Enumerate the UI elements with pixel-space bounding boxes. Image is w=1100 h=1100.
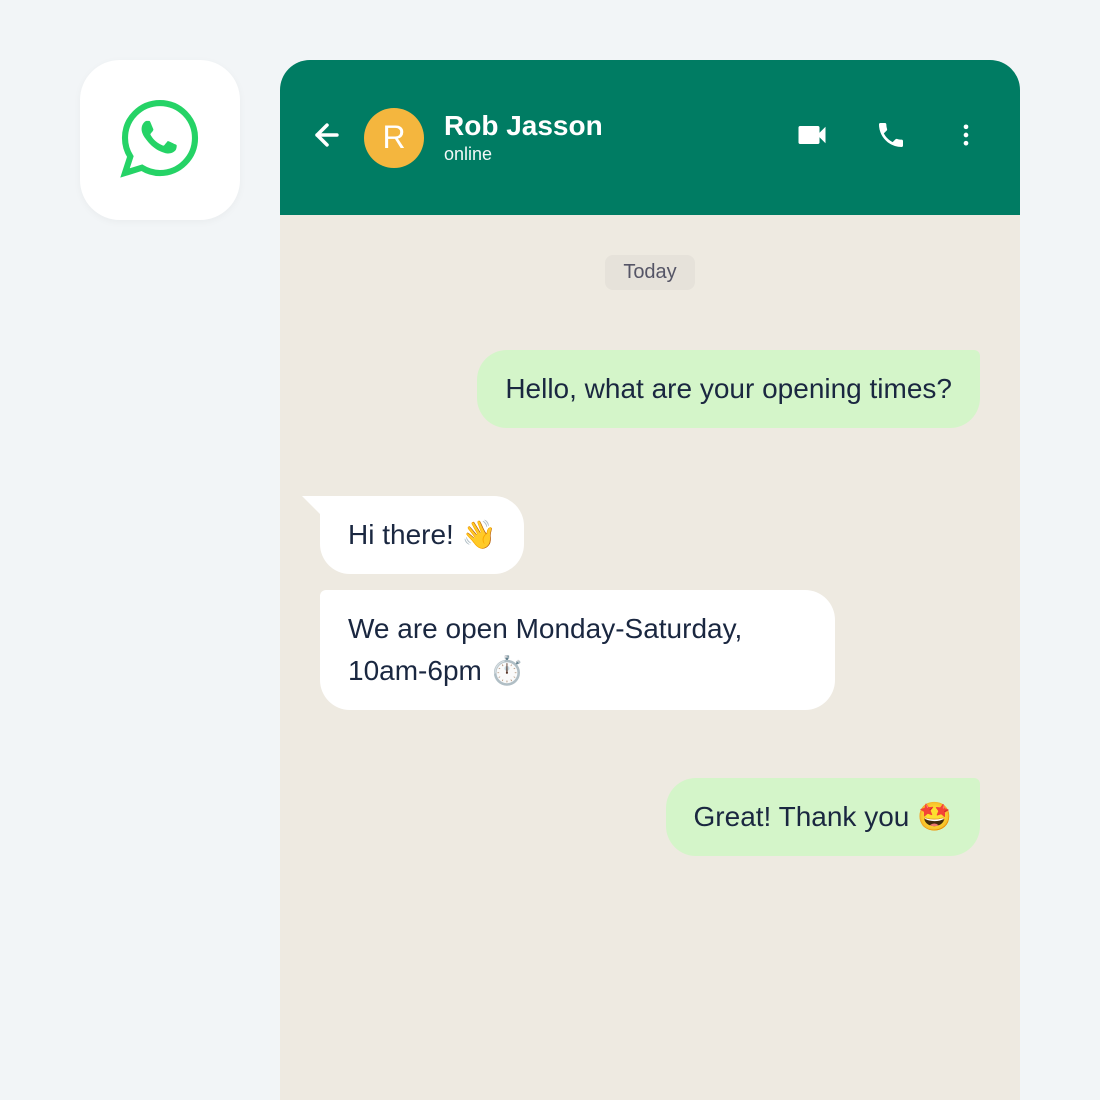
message-sent[interactable]: Hello, what are your opening times? — [477, 350, 980, 428]
header-actions — [794, 117, 980, 158]
date-badge: Today — [605, 255, 694, 290]
whatsapp-app-badge — [80, 60, 240, 220]
message-received[interactable]: We are open Monday-Saturday, 10am-6pm ⏱️ — [320, 590, 835, 710]
chat-body: Today Hello, what are your opening times… — [280, 215, 1020, 1100]
message-text: Hello, what are your opening times? — [505, 373, 952, 404]
more-options-button[interactable] — [952, 121, 980, 154]
messages-area: Hello, what are your opening times? Hi t… — [320, 350, 980, 856]
message-text: Great! Thank you 🤩 — [694, 801, 952, 832]
chat-header: R Rob Jasson online — [280, 60, 1020, 215]
contact-info[interactable]: Rob Jasson online — [444, 110, 774, 165]
contact-status: online — [444, 144, 774, 165]
contact-name: Rob Jasson — [444, 110, 774, 142]
back-button[interactable] — [310, 118, 344, 157]
voice-call-button[interactable] — [875, 119, 907, 156]
message-sent[interactable]: Great! Thank you 🤩 — [666, 778, 980, 856]
avatar-initial: R — [382, 119, 405, 156]
message-received[interactable]: Hi there! 👋 — [320, 496, 524, 574]
contact-avatar[interactable]: R — [364, 108, 424, 168]
message-text: Hi there! 👋 — [348, 519, 496, 550]
message-text: We are open Monday-Saturday, 10am-6pm ⏱️ — [348, 613, 742, 686]
chat-window: R Rob Jasson online — [280, 60, 1020, 1100]
video-call-button[interactable] — [794, 117, 830, 158]
whatsapp-icon — [118, 96, 202, 185]
